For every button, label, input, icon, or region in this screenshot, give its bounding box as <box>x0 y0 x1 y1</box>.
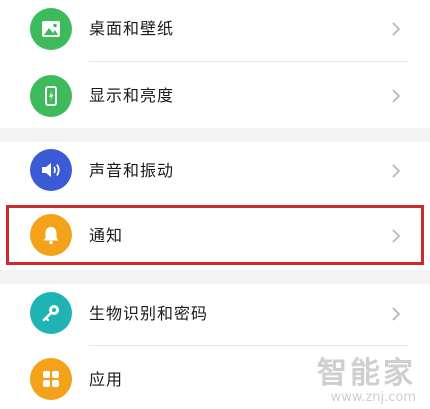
phone-brightness-icon <box>30 75 72 117</box>
settings-item-sound[interactable]: 声音和振动 <box>0 142 430 202</box>
settings-item-label: 生物识别和密码 <box>89 304 209 323</box>
group-separator <box>0 270 430 284</box>
watermark-url: www.znj.com <box>330 390 416 405</box>
chevron-right-icon <box>392 89 401 103</box>
watermark-brand: 智能家 <box>317 356 416 391</box>
settings-item-label: 显示和亮度 <box>89 86 175 105</box>
chevron-right-icon <box>392 22 401 36</box>
settings-item-label: 应用 <box>89 370 124 389</box>
picture-icon <box>30 8 72 50</box>
chevron-right-icon <box>392 164 401 178</box>
group-separator <box>0 128 430 142</box>
highlight-box <box>6 205 424 265</box>
settings-item-label: 桌面和壁纸 <box>89 19 175 38</box>
settings-item-display[interactable]: 显示和亮度 <box>0 62 430 128</box>
chevron-right-icon <box>392 307 401 321</box>
apps-grid-icon <box>30 358 72 400</box>
settings-item-label: 声音和振动 <box>89 161 175 180</box>
settings-item-biometrics[interactable]: 生物识别和密码 <box>0 284 430 344</box>
settings-item-wallpaper[interactable]: 桌面和壁纸 <box>0 0 430 60</box>
watermark: 智能家 www.znj.com <box>317 357 416 405</box>
speaker-icon <box>30 149 72 191</box>
key-icon <box>30 292 72 334</box>
